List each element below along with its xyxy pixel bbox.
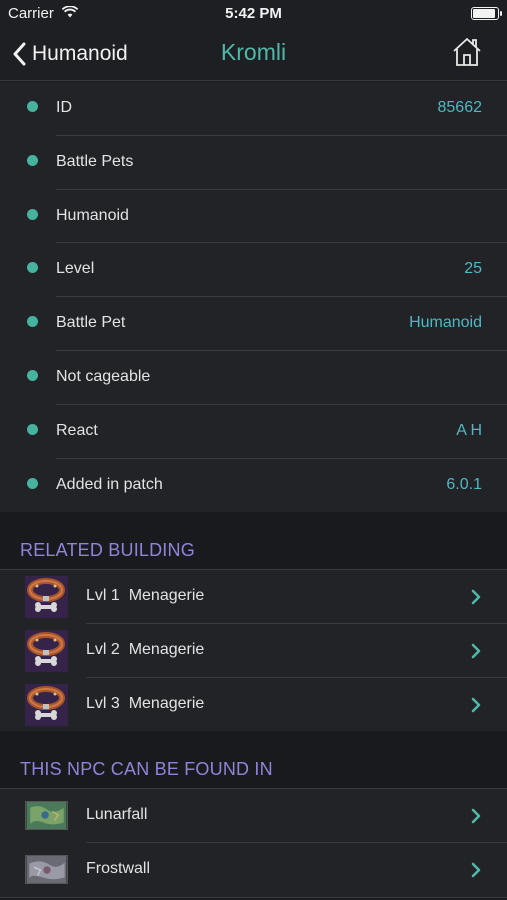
pet-collar-icon bbox=[25, 576, 68, 618]
related-building-header: RELATED BUILDING bbox=[0, 512, 507, 570]
bullet-dot-icon bbox=[27, 477, 38, 489]
bullet-dot-icon bbox=[27, 369, 38, 381]
info-list: ID 85662 Battle Pets Humanoid Level 25 Battle … bbox=[0, 82, 507, 514]
found-in-header: THIS NPC CAN BE FOUND IN bbox=[0, 731, 507, 789]
status-time: 5:42 PM bbox=[225, 5, 282, 22]
building-row[interactable]: Lvl 3 Menagerie bbox=[0, 678, 507, 732]
info-value: Humanoid bbox=[409, 314, 482, 332]
found-in-list: Lunarfall Frostwall bbox=[0, 789, 507, 898]
found-in-title: THIS NPC CAN BE FOUND IN bbox=[20, 759, 273, 779]
chevron-left-icon bbox=[13, 42, 26, 66]
zone-map-icon bbox=[25, 855, 68, 884]
building-label: Lvl 2 Menagerie bbox=[86, 641, 205, 658]
home-button[interactable] bbox=[451, 36, 483, 68]
navigation-bar: Humanoid Kromli bbox=[0, 28, 507, 81]
battery-icon bbox=[471, 7, 502, 20]
zone-row[interactable]: Lunarfall bbox=[0, 789, 507, 843]
home-icon bbox=[453, 38, 481, 66]
info-label: Battle Pet bbox=[56, 314, 126, 332]
page-title: Kromli bbox=[220, 39, 287, 65]
info-row: Battle Pets bbox=[0, 136, 507, 190]
info-label: ID bbox=[56, 99, 72, 116]
bullet-dot-icon bbox=[27, 316, 38, 328]
zone-label: Lunarfall bbox=[86, 806, 148, 823]
info-label: Added in patch bbox=[56, 475, 163, 493]
zone-label: Frostwall bbox=[86, 860, 151, 877]
info-label: Not cageable bbox=[56, 367, 151, 385]
chevron-right-icon bbox=[471, 862, 481, 878]
zone-map-icon bbox=[25, 801, 68, 830]
building-row[interactable]: Lvl 1 Menagerie bbox=[0, 570, 507, 624]
info-row: Not cageable bbox=[0, 351, 507, 405]
back-button[interactable]: Humanoid bbox=[12, 38, 128, 70]
chevron-right-icon bbox=[471, 589, 481, 605]
bullet-dot-icon bbox=[27, 208, 38, 220]
info-label: Humanoid bbox=[56, 206, 129, 224]
info-value: A H bbox=[456, 421, 482, 439]
info-row: ID 85662 bbox=[0, 82, 507, 136]
building-label: Lvl 1 Menagerie bbox=[86, 587, 205, 604]
zone-row[interactable]: Frostwall bbox=[0, 843, 507, 897]
bullet-dot-icon bbox=[27, 262, 38, 274]
info-row: Added in patch 6.0.1 bbox=[0, 459, 507, 513]
info-row: Battle Pet Humanoid bbox=[0, 297, 507, 351]
related-building-list: Lvl 1 Menagerie Lvl 2 Menagerie Lvl 3 Mena… bbox=[0, 570, 507, 733]
chevron-right-icon bbox=[471, 697, 481, 713]
building-row[interactable]: Lvl 2 Menagerie bbox=[0, 624, 507, 678]
bullet-dot-icon bbox=[27, 154, 38, 166]
chevron-right-icon bbox=[471, 643, 481, 659]
related-building-title: RELATED BUILDING bbox=[20, 540, 195, 560]
bullet-dot-icon bbox=[27, 423, 38, 435]
pet-collar-icon bbox=[25, 630, 68, 672]
info-row: React A H bbox=[0, 405, 507, 459]
info-value: 85662 bbox=[437, 99, 483, 116]
info-value: 25 bbox=[464, 260, 482, 278]
building-label: Lvl 3 Menagerie bbox=[86, 695, 205, 712]
pet-collar-icon bbox=[25, 684, 68, 726]
info-label: Battle Pets bbox=[56, 152, 134, 170]
info-row: Humanoid bbox=[0, 190, 507, 244]
info-row: Level 25 bbox=[0, 243, 507, 298]
info-value: 6.0.1 bbox=[446, 475, 482, 493]
status-bar: Carrier 5:42 PM bbox=[0, 0, 507, 28]
info-label: Level bbox=[56, 260, 95, 278]
back-button-label: Humanoid bbox=[32, 42, 128, 65]
bullet-dot-icon bbox=[27, 101, 38, 112]
info-label: React bbox=[56, 421, 98, 439]
chevron-right-icon bbox=[471, 808, 481, 824]
